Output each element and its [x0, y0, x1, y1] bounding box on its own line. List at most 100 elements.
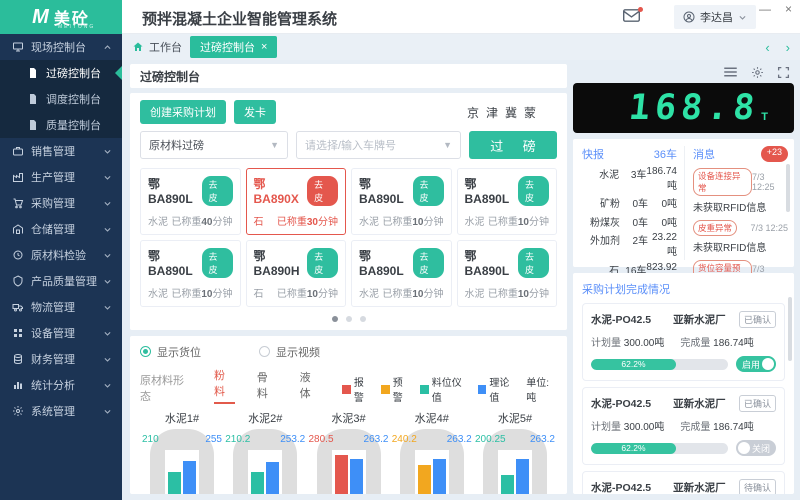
issue-card-button[interactable]: 发卡	[234, 100, 276, 124]
sidebar-item-purchase[interactable]: 采购管理	[0, 190, 122, 216]
active-item-marker	[115, 66, 122, 80]
sidebar-item-logistics[interactable]: 物流管理	[0, 294, 122, 320]
page-dot[interactable]	[346, 316, 352, 322]
truck-card[interactable]: 鄂BA890X去皮 石已称重30分钟	[246, 168, 347, 235]
message-item[interactable]: 设备连接异常7/3 12:25 未获取RFID信息	[693, 168, 788, 214]
minimize-button[interactable]: —	[759, 2, 771, 16]
truck-time: 已称重10分钟	[171, 285, 232, 300]
warehouse-icon	[12, 223, 24, 235]
plan-supplier: 亚新水泥厂	[673, 396, 726, 411]
truck-card[interactable]: 鄂BA890L去皮 水泥已称重10分钟	[351, 168, 452, 235]
monitor-icon	[12, 41, 24, 53]
plan-toggle[interactable]: 关闭	[736, 440, 776, 456]
message-item[interactable]: 皮重异常7/3 12:25 未获取RFID信息	[693, 220, 788, 254]
chevron-down-icon	[103, 147, 112, 156]
user-menu[interactable]: 李达昌	[674, 5, 756, 29]
tab-liquid[interactable]: 液体	[300, 369, 321, 404]
close-button[interactable]: ×	[785, 2, 792, 16]
chevron-up-icon	[103, 43, 112, 52]
home-icon	[132, 41, 144, 53]
sidebar-item-label: 质量控制台	[46, 117, 101, 133]
truck-card[interactable]: 鄂BA890L去皮 水泥已称重40分钟	[140, 168, 241, 235]
weigh-type-select[interactable]: 原材料过磅 ▼	[140, 131, 288, 159]
truck-plate: 鄂BA890L	[359, 175, 413, 206]
message-time: 7/3 12:25	[750, 223, 788, 233]
create-plan-button[interactable]: 创建采购计划	[140, 100, 226, 124]
silo-name: 水泥3#	[309, 410, 389, 426]
sidebar-item-warehouse[interactable]: 仓储管理	[0, 216, 122, 242]
tabs-next-button[interactable]: ›	[786, 40, 790, 55]
sidebar-item-quality-console[interactable]: 质量控制台	[0, 112, 122, 138]
weigh-type-value: 原材料过磅	[149, 137, 204, 153]
sidebar-group-site-console[interactable]: 现场控制台	[0, 34, 122, 60]
sidebar-item-sales[interactable]: 销售管理	[0, 138, 122, 164]
inspection-icon	[12, 249, 24, 261]
menu-icon[interactable]	[723, 66, 738, 78]
silo-hopper: 280.5263.2 关	[317, 429, 381, 494]
theory-value: 263.2	[447, 434, 472, 445]
tare-badge: 去皮	[413, 248, 444, 278]
sensor-value: 210.2	[225, 434, 250, 445]
tab-weigh-console[interactable]: 过磅控制台 ×	[190, 36, 277, 58]
plan-card[interactable]: 水泥-PO42.5亚新水泥厂待确认 计划量 300.00吨完成量 186.74吨…	[582, 471, 785, 494]
truck-card[interactable]: 鄂BA890L去皮 水泥已称重10分钟	[351, 240, 452, 307]
factory-icon	[12, 171, 24, 183]
sidebar-item-statistics[interactable]: 统计分析	[0, 372, 122, 398]
chevron-down-icon	[103, 173, 112, 182]
sidebar-item-production[interactable]: 生产管理	[0, 164, 122, 190]
tab-aggregate[interactable]: 骨料	[257, 369, 278, 404]
sidebar-item-system[interactable]: 系统管理	[0, 398, 122, 424]
plan-status-badge: 待确认	[739, 479, 776, 494]
plan-progress-bar: 62.2%	[591, 443, 728, 454]
tab-close-icon[interactable]: ×	[261, 41, 267, 53]
theory-bar	[350, 459, 363, 494]
truck-material: 水泥	[148, 213, 168, 228]
weigh-button[interactable]: 过 磅	[469, 131, 557, 159]
message-tag: 设备连接异常	[693, 168, 752, 196]
truck-card[interactable]: 鄂BA890L去皮 水泥已称重10分钟	[140, 240, 241, 307]
truck-card[interactable]: 鄂BA890L去皮 水泥已称重10分钟	[457, 168, 558, 235]
tab-workbench[interactable]: 工作台	[132, 39, 182, 55]
sidebar-item-equipment[interactable]: 设备管理	[0, 320, 122, 346]
weight-display: 168.8 T	[573, 83, 794, 133]
plan-card[interactable]: 水泥-PO42.5亚新水泥厂已确认 计划量 300.00吨完成量 186.74吨…	[582, 387, 785, 465]
page-title: 过磅控制台	[130, 64, 567, 88]
pagination-dots[interactable]	[140, 316, 557, 322]
theory-bar	[266, 462, 279, 494]
show-slots-radio[interactable]	[140, 346, 151, 357]
truck-card[interactable]: 鄂BA890H去皮 石已称重10分钟	[246, 240, 347, 307]
truck-material: 水泥	[359, 213, 379, 228]
show-video-radio[interactable]	[259, 346, 270, 357]
vertical-scrollbar[interactable]	[788, 297, 792, 361]
fullscreen-icon[interactable]	[777, 66, 790, 79]
mail-icon[interactable]	[623, 9, 640, 22]
tabs-prev-button[interactable]: ‹	[765, 40, 769, 55]
sidebar-item-weigh-console[interactable]: 过磅控制台	[0, 60, 122, 86]
truck-card[interactable]: 鄂BA890L去皮 水泥已称重10分钟	[457, 240, 558, 307]
logo-subtitle: MEITONG	[58, 24, 95, 30]
sensor-value: 280.5	[309, 434, 334, 445]
tare-badge: 去皮	[307, 176, 338, 206]
weight-value: 168.8	[627, 88, 762, 128]
plate-number-select[interactable]: 请选择/输入车牌号 ▼	[296, 131, 461, 159]
sidebar-item-dispatch-console[interactable]: 调度控制台	[0, 86, 122, 112]
sidebar-item-finance[interactable]: 财务管理	[0, 346, 122, 372]
theory-value: 253.2	[280, 434, 305, 445]
vertical-scrollbar[interactable]	[786, 164, 790, 212]
sidebar-item-label: 过磅控制台	[46, 65, 101, 81]
tab-powder[interactable]: 粉料	[214, 367, 235, 404]
truck-material: 水泥	[465, 213, 485, 228]
plan-toggle[interactable]: 启用	[736, 356, 776, 372]
sidebar-item-product-quality[interactable]: 产品质量管理	[0, 268, 122, 294]
weigh-panel: 创建采购计划 发卡 京津冀蒙 原材料过磅 ▼ 请选择/输入车牌号 ▼ 过 磅 鄂…	[130, 93, 567, 330]
tab-label: 过磅控制台	[200, 39, 255, 55]
plan-card[interactable]: 水泥-PO42.5亚新水泥厂已确认 计划量 300.00吨完成量 186.74吨…	[582, 303, 785, 381]
truck-time: 已称重10分钟	[277, 285, 338, 300]
sidebar-item-material-inspection[interactable]: 原材料检验	[0, 242, 122, 268]
user-avatar-icon	[683, 11, 695, 23]
tare-badge: 去皮	[307, 248, 338, 278]
page-dot[interactable]	[360, 316, 366, 322]
gear-icon[interactable]	[751, 66, 764, 79]
page-dot[interactable]	[332, 316, 338, 322]
legend-alarm-swatch	[342, 385, 350, 394]
